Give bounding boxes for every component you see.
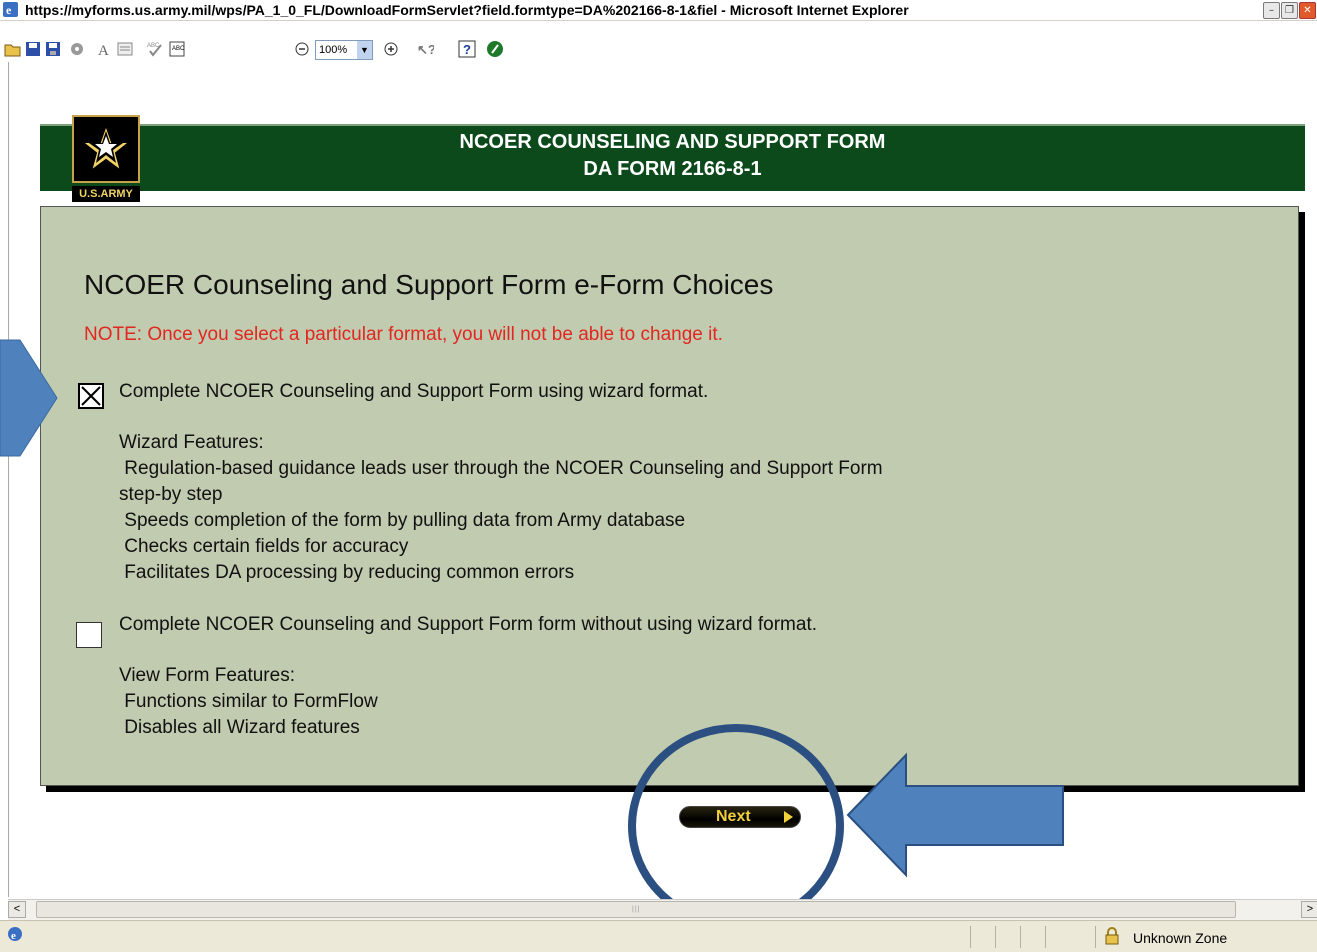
wizard-feature-item: Speeds completion of the form by pulling… bbox=[119, 510, 686, 531]
form-number: DA FORM 2166-8-1 bbox=[583, 158, 762, 180]
svg-text:ABC: ABC bbox=[172, 46, 185, 52]
window-title: https://myforms.us.army.mil/wps/PA_1_0_F… bbox=[25, 2, 909, 18]
view-form-checkbox[interactable] bbox=[76, 622, 102, 648]
minimize-button[interactable]: – bbox=[1263, 2, 1280, 19]
logo-caption: U.S.ARMY bbox=[72, 186, 140, 202]
wizard-feature-item: step-by step bbox=[119, 484, 223, 505]
svg-text:A: A bbox=[98, 43, 109, 58]
preview-icon[interactable]: ABC bbox=[168, 40, 186, 58]
wizard-feature-item: Facilitates DA processing by reducing co… bbox=[119, 562, 575, 583]
go-icon[interactable] bbox=[486, 40, 504, 58]
window-title-bar: e https://myforms.us.army.mil/wps/PA_1_0… bbox=[0, 0, 1317, 21]
restore-button[interactable]: ❐ bbox=[1281, 2, 1298, 19]
us-army-logo: U.S.ARMY bbox=[72, 115, 140, 203]
scroll-left-icon[interactable]: < bbox=[8, 901, 26, 918]
open-icon[interactable] bbox=[4, 40, 22, 58]
status-divider bbox=[970, 926, 971, 948]
view-feature-item: Disables all Wizard features bbox=[119, 717, 360, 738]
save-icon[interactable] bbox=[24, 40, 42, 58]
horizontal-scrollbar[interactable]: < ||| > bbox=[8, 899, 1317, 920]
zoom-select[interactable]: 100% ▼ bbox=[315, 40, 373, 60]
warning-note: NOTE: Once you select a particular forma… bbox=[84, 324, 723, 345]
zoom-in-icon[interactable] bbox=[382, 40, 400, 58]
form-header-banner: NCOER COUNSELING AND SUPPORT FORM DA FOR… bbox=[40, 124, 1305, 191]
close-button[interactable]: ✕ bbox=[1299, 2, 1316, 19]
wizard-format-checkbox[interactable] bbox=[78, 383, 104, 409]
checkmark-x-icon bbox=[81, 386, 101, 406]
text-icon[interactable]: A bbox=[94, 40, 112, 58]
wizard-features-title: Wizard Features: bbox=[119, 432, 264, 453]
view-features-title: View Form Features: bbox=[119, 665, 295, 686]
help-icon[interactable]: ? bbox=[458, 40, 476, 58]
view-feature-item: Functions similar to FormFlow bbox=[119, 691, 378, 712]
status-divider bbox=[995, 926, 996, 948]
spellcheck-icon[interactable]: ABC bbox=[146, 40, 164, 58]
form-viewer-toolbar bbox=[0, 38, 1317, 62]
next-button-label: Next bbox=[716, 808, 751, 825]
svg-text:↖?: ↖? bbox=[417, 42, 434, 57]
scroll-thumb[interactable]: ||| bbox=[36, 901, 1236, 918]
lock-icon bbox=[1105, 927, 1119, 945]
arrow-right-icon bbox=[784, 811, 793, 823]
page-status-icon: e bbox=[8, 927, 22, 942]
status-divider bbox=[1095, 926, 1096, 948]
save-as-icon[interactable] bbox=[44, 40, 62, 58]
page-title: NCOER Counseling and Support Form e-Form… bbox=[84, 269, 774, 300]
zoom-value: 100% bbox=[319, 44, 348, 56]
wizard-format-label[interactable]: Complete NCOER Counseling and Support Fo… bbox=[119, 381, 708, 403]
form-choices-panel: NCOER Counseling and Support Form e-Form… bbox=[40, 206, 1299, 786]
status-divider bbox=[1045, 926, 1046, 948]
scroll-right-icon[interactable]: > bbox=[1301, 901, 1317, 918]
svg-text:e: e bbox=[11, 930, 16, 942]
view-form-label[interactable]: Complete NCOER Counseling and Support Fo… bbox=[119, 614, 817, 636]
svg-text:e: e bbox=[6, 3, 12, 17]
next-button[interactable]: Next bbox=[679, 806, 801, 828]
zoom-out-icon[interactable] bbox=[293, 40, 311, 58]
svg-text:?: ? bbox=[463, 42, 471, 57]
internet-explorer-icon: e bbox=[3, 2, 18, 17]
form-title: NCOER COUNSELING AND SUPPORT FORM bbox=[459, 131, 886, 153]
wizard-feature-item: Regulation-based guidance leads user thr… bbox=[119, 458, 883, 479]
security-zone-label: Unknown Zone bbox=[1133, 930, 1228, 946]
status-divider bbox=[1020, 926, 1021, 948]
army-star-icon bbox=[72, 115, 140, 183]
properties-icon[interactable] bbox=[68, 40, 86, 58]
status-bar: e Unknown Zone bbox=[0, 920, 1317, 952]
whats-this-icon[interactable]: ↖? bbox=[416, 40, 434, 58]
wizard-feature-item: Checks certain fields for accuracy bbox=[119, 536, 409, 557]
form-icon[interactable] bbox=[116, 40, 134, 58]
chevron-down-icon[interactable]: ▼ bbox=[357, 41, 372, 59]
